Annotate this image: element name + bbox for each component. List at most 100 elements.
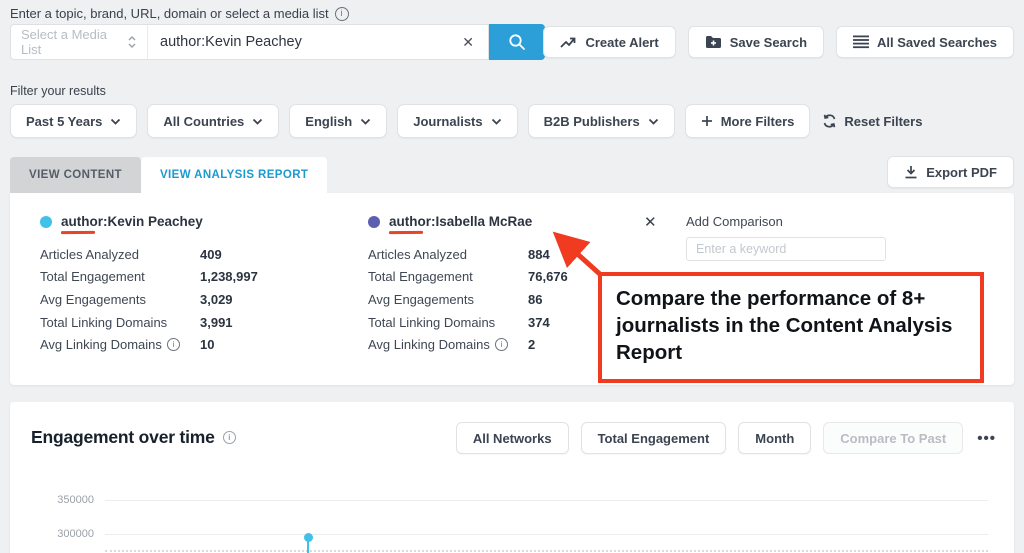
stat-label: Total Linking Domains	[368, 315, 528, 330]
export-pdf-button[interactable]: Export PDF	[887, 156, 1014, 188]
engagement-title: Engagement over time i	[31, 427, 236, 448]
stat-value: 86	[528, 292, 542, 307]
create-alert-label: Create Alert	[585, 35, 658, 50]
stat-value: 3,029	[200, 292, 233, 307]
trending-up-icon	[560, 36, 577, 49]
filter-row: Past 5 Years All Countries English Journ…	[10, 104, 922, 138]
engagement-card: Engagement over time i All Networks Tota…	[10, 402, 1014, 553]
stat-value: 10	[200, 337, 214, 352]
add-comparison-label: Add Comparison	[686, 214, 886, 229]
chevron-down-icon	[648, 118, 659, 125]
stat-row: Articles Analyzed 409	[40, 243, 350, 266]
list-lines-icon	[853, 35, 869, 49]
filter-language[interactable]: English	[289, 104, 387, 138]
filter-journalists-label: Journalists	[413, 114, 482, 129]
stat-value: 884	[528, 247, 550, 262]
search-input[interactable]	[160, 34, 460, 50]
tab-view-analysis-report[interactable]: VIEW ANALYSIS REPORT	[141, 157, 327, 193]
stat-label-text: Avg Linking Domains	[40, 337, 162, 352]
y-axis-tick: 300000	[42, 528, 94, 540]
media-list-placeholder: Select a Media List	[21, 27, 127, 57]
month-button[interactable]: Month	[738, 422, 811, 454]
gridline	[105, 500, 988, 501]
save-search-button[interactable]: Save Search	[688, 26, 824, 58]
stat-value: 409	[200, 247, 222, 262]
series-1-stats: Articles Analyzed 409 Total Engagement 1…	[40, 243, 350, 356]
info-icon[interactable]: i	[495, 338, 508, 351]
engagement-title-text: Engagement over time	[31, 427, 215, 448]
red-scribble-underline	[61, 231, 95, 234]
more-filters-label: More Filters	[721, 114, 795, 129]
stat-label: Total Engagement	[40, 269, 200, 284]
download-icon	[904, 165, 918, 179]
filter-results-label: Filter your results	[10, 84, 106, 98]
stat-row: Avg Engagements 3,029	[40, 288, 350, 311]
more-filters-button[interactable]: More Filters	[685, 104, 811, 138]
stat-label: Avg Engagements	[40, 292, 200, 307]
folder-plus-icon	[705, 35, 722, 49]
all-saved-searches-label: All Saved Searches	[877, 35, 997, 50]
total-engagement-button[interactable]: Total Engagement	[581, 422, 727, 454]
filter-publishers[interactable]: B2B Publishers	[528, 104, 675, 138]
add-comparison: Add Comparison	[686, 214, 886, 261]
more-options-icon[interactable]: •••	[977, 430, 996, 447]
comparison-series-1: author:Kevin Peachey Articles Analyzed 4…	[40, 214, 350, 356]
filter-journalists[interactable]: Journalists	[397, 104, 517, 138]
series-2-header: author:Isabella McRae	[368, 214, 678, 229]
red-scribble-underline	[389, 231, 423, 234]
gridline	[105, 534, 988, 535]
view-tabs: VIEW CONTENT VIEW ANALYSIS REPORT	[10, 157, 327, 193]
search-query-box: ✕	[148, 24, 489, 60]
series-1-header: author:Kevin Peachey	[40, 214, 350, 229]
y-axis-tick: 350000	[42, 494, 94, 506]
info-icon[interactable]: i	[223, 431, 236, 444]
stat-row: Avg Linking Domains i 10	[40, 333, 350, 356]
stat-label: Articles Analyzed	[368, 247, 528, 262]
stat-value: 76,676	[528, 269, 568, 284]
compare-to-past-button[interactable]: Compare To Past	[823, 422, 963, 454]
dotted-gridline	[105, 550, 988, 552]
filter-date-range-label: Past 5 Years	[26, 114, 102, 129]
stat-value: 3,991	[200, 315, 233, 330]
stat-label-text: Avg Linking Domains	[368, 337, 490, 352]
stat-label: Avg Engagements	[368, 292, 528, 307]
media-list-select[interactable]: Select a Media List	[10, 24, 148, 60]
updown-chevron-icon	[127, 35, 137, 49]
reset-filters-label: Reset Filters	[844, 114, 922, 129]
stat-label: Avg Linking Domains i	[368, 337, 528, 352]
stat-label: Articles Analyzed	[40, 247, 200, 262]
app-root: Enter a topic, brand, URL, domain or sel…	[0, 0, 1024, 553]
stat-label: Total Linking Domains	[40, 315, 200, 330]
stat-value: 374	[528, 315, 550, 330]
filter-countries-label: All Countries	[163, 114, 244, 129]
stat-row: Articles Analyzed 884	[368, 243, 678, 266]
tab-view-content[interactable]: VIEW CONTENT	[10, 157, 141, 193]
add-comparison-input[interactable]	[686, 237, 886, 261]
info-icon[interactable]: i	[335, 7, 349, 21]
annotation-callout: Compare the performance of 8+ journalist…	[598, 272, 984, 383]
info-icon[interactable]: i	[167, 338, 180, 351]
search-button[interactable]	[489, 24, 545, 60]
stat-label: Total Engagement	[368, 269, 528, 284]
filter-date-range[interactable]: Past 5 Years	[10, 104, 137, 138]
close-comparison-icon[interactable]: ✕	[644, 213, 657, 231]
series-1-color-dot	[40, 216, 52, 228]
export-pdf-label: Export PDF	[926, 165, 997, 180]
filter-countries[interactable]: All Countries	[147, 104, 279, 138]
all-saved-searches-button[interactable]: All Saved Searches	[836, 26, 1014, 58]
chevron-down-icon	[491, 118, 502, 125]
clear-search-icon[interactable]: ✕	[460, 34, 476, 51]
save-search-label: Save Search	[730, 35, 807, 50]
filter-language-label: English	[305, 114, 352, 129]
chevron-down-icon	[360, 118, 371, 125]
search-section-label: Enter a topic, brand, URL, domain or sel…	[10, 6, 349, 21]
search-label-text: Enter a topic, brand, URL, domain or sel…	[10, 6, 329, 21]
stat-row: Total Linking Domains 3,991	[40, 311, 350, 334]
series-1-name: author:Kevin Peachey	[61, 214, 203, 229]
chart-line-segment	[307, 541, 309, 553]
all-networks-button[interactable]: All Networks	[456, 422, 569, 454]
create-alert-button[interactable]: Create Alert	[543, 26, 675, 58]
refresh-icon	[822, 114, 837, 128]
stat-value: 1,238,997	[200, 269, 258, 284]
reset-filters-button[interactable]: Reset Filters	[822, 114, 922, 129]
